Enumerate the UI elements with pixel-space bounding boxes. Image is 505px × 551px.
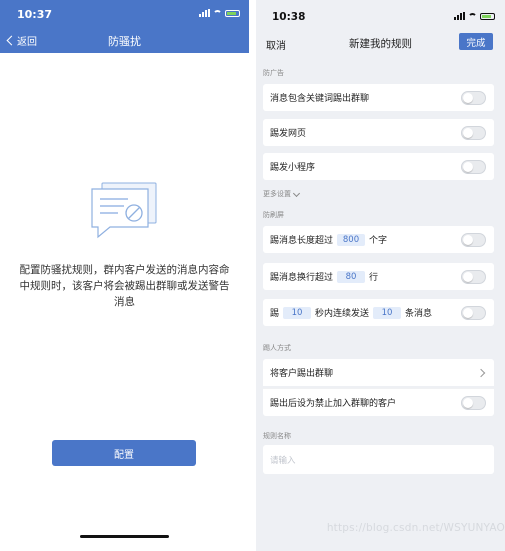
done-button[interactable]: 完成	[459, 33, 493, 50]
home-indicator	[80, 535, 169, 538]
length-suffix: 个字	[369, 236, 388, 246]
nav-bar: 取消 新建我的规则 完成	[256, 28, 505, 58]
divider	[249, 0, 256, 551]
length-prefix: 踢消息长度超过	[270, 236, 334, 246]
rule-label: 踢消息换行超过 80 行	[263, 270, 378, 283]
flood-seconds-input[interactable]: 10	[283, 306, 312, 319]
section-label-rule-name: 规则名称	[263, 432, 291, 440]
ban-after-kick-toggle[interactable]	[461, 396, 486, 410]
kick-out-label: 将客户踢出群聊	[270, 369, 334, 379]
webpage-toggle[interactable]	[461, 126, 486, 140]
linebreak-toggle[interactable]	[461, 270, 486, 284]
rule-label: 踢 10 秒内连续发送 10 条消息	[263, 306, 432, 319]
miniprogram-toggle[interactable]	[461, 160, 486, 174]
system-icons	[454, 12, 495, 20]
rule-row-length: 踢消息长度超过 800 个字	[263, 226, 494, 253]
chevron-down-icon	[292, 189, 301, 197]
nav-bar: 返回 防骚扰	[0, 28, 249, 53]
flood-count-input[interactable]: 10	[373, 306, 402, 319]
flood-toggle[interactable]	[461, 306, 486, 320]
page-title: 防骚扰	[108, 35, 141, 48]
length-value-input[interactable]: 800	[337, 233, 366, 246]
rule-label: 消息包含关键词踢出群聊	[270, 94, 370, 104]
status-bar: 10:37	[0, 0, 249, 28]
rule-row-webpage: 踢发网页	[263, 119, 494, 146]
system-icons	[199, 9, 240, 17]
signal-icon	[199, 9, 210, 17]
rule-label: 踢发网页	[270, 129, 307, 139]
rule-row-miniprogram: 踢发小程序	[263, 153, 494, 180]
flood-middle: 秒内连续发送	[315, 309, 370, 319]
kick-out-row[interactable]: 将客户踢出群聊	[263, 359, 494, 386]
linebreak-suffix: 行	[369, 273, 379, 283]
config-button[interactable]: 配置	[52, 440, 196, 466]
rule-row-keyword: 消息包含关键词踢出群聊	[263, 84, 494, 111]
rule-label: 踢发小程序	[270, 163, 316, 173]
chevron-right-icon	[476, 368, 486, 378]
description-text: 配置防骚扰规则，群内客户发送的消息内容命中规则时，该客户将会被踢出群聊或发送警告…	[19, 264, 230, 308]
wifi-icon	[213, 9, 222, 17]
message-blocked-illustration	[91, 182, 157, 239]
more-settings-label: 更多设置	[263, 190, 291, 198]
ban-after-kick-label: 踢出后设为禁止加入群聊的客户	[270, 399, 397, 409]
status-time: 10:37	[17, 8, 53, 21]
section-label-ads: 防广告	[263, 69, 284, 77]
status-bar: 10:38	[256, 0, 505, 28]
right-screen: 10:38 取消 新建我的规则 完成 防广告 消息包含关键词踢出群聊 踢发网页 …	[256, 0, 505, 551]
rule-row-flood: 踢 10 秒内连续发送 10 条消息	[263, 299, 494, 326]
linebreak-value-input[interactable]: 80	[337, 270, 366, 283]
left-screen: 10:37 返回 防骚扰 配置防骚扰规则，群内客户发送的消息内容命中规则时，该客…	[0, 0, 249, 551]
ban-after-kick-row: 踢出后设为禁止加入群聊的客户	[263, 388, 494, 416]
battery-icon	[480, 12, 495, 20]
section-label-spam: 防刷屏	[263, 211, 284, 219]
rule-name-input[interactable]: 请输入	[263, 445, 494, 474]
flood-suffix: 条消息	[405, 309, 433, 319]
keyword-toggle[interactable]	[461, 91, 486, 105]
rule-label: 踢消息长度超过 800 个字	[263, 233, 387, 246]
more-settings-toggle[interactable]: 更多设置	[263, 189, 301, 199]
length-toggle[interactable]	[461, 233, 486, 247]
linebreak-prefix: 踢消息换行超过	[270, 273, 334, 283]
rule-row-linebreak: 踢消息换行超过 80 行	[263, 263, 494, 290]
section-label-kick-method: 踢人方式	[263, 344, 291, 352]
wifi-icon	[468, 12, 477, 20]
status-time: 10:38	[272, 11, 306, 23]
signal-icon	[454, 12, 465, 20]
flood-prefix: 踢	[270, 309, 280, 319]
watermark: https://blog.csdn.net/WSYUNYAO	[326, 522, 505, 534]
battery-icon	[225, 9, 240, 17]
